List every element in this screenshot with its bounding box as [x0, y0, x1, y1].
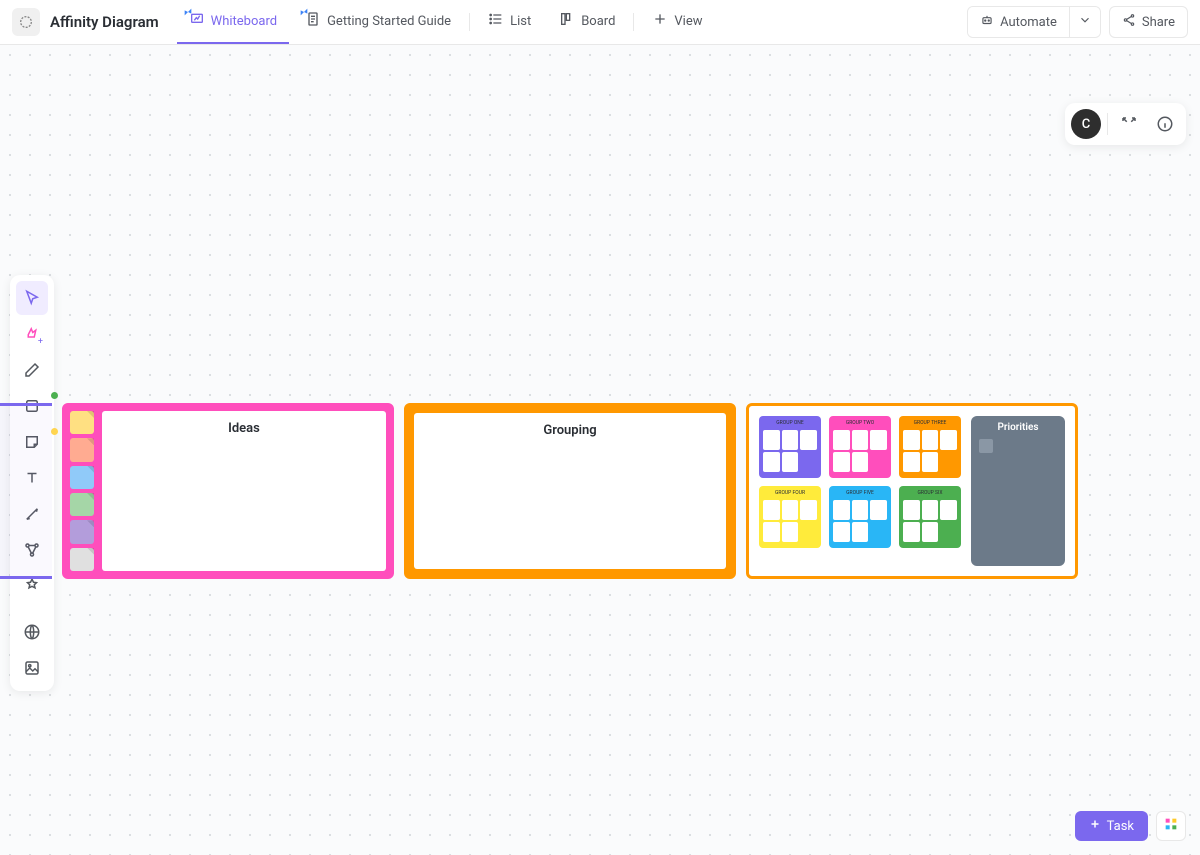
image-tool[interactable]	[16, 651, 48, 685]
group-card-title: GROUP FIVE	[833, 490, 887, 498]
share-icon	[1122, 13, 1136, 31]
ideas-area[interactable]: Ideas	[102, 411, 386, 571]
separator	[469, 13, 470, 31]
automate-button[interactable]: Automate	[968, 7, 1069, 37]
add-view-button[interactable]: View	[640, 0, 714, 44]
list-icon	[488, 11, 504, 31]
sticky-swatch[interactable]	[70, 548, 94, 571]
group-card-title: GROUP TWO	[833, 420, 887, 428]
tab-list-label: List	[510, 14, 531, 29]
add-view-label: View	[674, 14, 702, 29]
sticky-swatch[interactable]	[70, 466, 94, 489]
group-card[interactable]: GROUP ONE	[759, 416, 821, 478]
chevron-down-icon	[1078, 13, 1092, 31]
bottom-right-controls: Task	[1075, 811, 1186, 841]
app-header: Affinity Diagram Whiteboard Getting Star…	[0, 0, 1200, 45]
pen-tool[interactable]	[16, 353, 48, 387]
tab-whiteboard-label: Whiteboard	[211, 14, 277, 29]
group-card[interactable]: GROUP THREE	[899, 416, 961, 478]
group-card-title: GROUP FOUR	[763, 490, 817, 498]
sticky-swatch[interactable]	[70, 520, 94, 543]
header-right: Automate Share	[967, 6, 1188, 38]
share-button[interactable]: Share	[1109, 6, 1188, 38]
page-title: Affinity Diagram	[50, 13, 159, 31]
canvas-controls: C	[1065, 103, 1186, 145]
tab-board[interactable]: Board	[547, 0, 627, 44]
grouping-frame[interactable]: Grouping	[404, 403, 736, 579]
web-tool[interactable]	[16, 615, 48, 649]
grouping-area[interactable]: Grouping	[414, 413, 726, 569]
group-card-title: GROUP THREE	[903, 420, 957, 428]
tab-board-label: Board	[581, 14, 615, 29]
separator	[1107, 113, 1108, 135]
select-tool[interactable]	[16, 281, 48, 315]
whiteboard-canvas[interactable]: + C Ideas Grouping GROUP ONEGROUP TWOGRO…	[0, 45, 1200, 855]
plus-icon	[1089, 818, 1101, 834]
diagram-content: Ideas Grouping GROUP ONE GROUP TWO GROUP T…	[0, 403, 1078, 579]
robot-icon	[980, 13, 994, 31]
create-task-button[interactable]: Task	[1075, 811, 1148, 841]
frame-edge[interactable]	[0, 403, 52, 579]
priorities-panel[interactable]: Priorities	[971, 416, 1065, 566]
sticky-swatch[interactable]	[70, 493, 94, 516]
priorities-label: Priorities	[975, 422, 1061, 433]
group-card[interactable]: GROUP FOUR	[759, 486, 821, 548]
group-cards: GROUP ONE GROUP TWO GROUP THREE GROUP FOUR G…	[759, 416, 961, 566]
task-label: Task	[1107, 819, 1134, 834]
workspace-icon[interactable]	[12, 8, 40, 36]
automate-label: Automate	[1000, 15, 1057, 30]
tab-guide-label: Getting Started Guide	[327, 14, 451, 29]
color-indicator	[51, 392, 58, 399]
tab-list[interactable]: List	[476, 0, 543, 44]
sticky-swatch[interactable]	[70, 438, 94, 461]
summary-frame[interactable]: GROUP ONE GROUP TWO GROUP THREE GROUP FOUR G…	[746, 403, 1078, 579]
apps-icon	[1163, 816, 1179, 836]
board-icon	[559, 11, 575, 31]
group-card[interactable]: GROUP TWO	[829, 416, 891, 478]
document-icon	[305, 11, 321, 31]
ideas-label: Ideas	[228, 421, 260, 571]
grouping-label: Grouping	[543, 423, 596, 569]
apps-button[interactable]	[1156, 811, 1186, 841]
ai-tool[interactable]: +	[16, 317, 48, 351]
priority-item[interactable]	[979, 439, 993, 453]
tab-whiteboard[interactable]: Whiteboard	[177, 0, 289, 44]
share-label: Share	[1142, 15, 1175, 30]
whiteboard-icon	[189, 11, 205, 31]
tab-guide[interactable]: Getting Started Guide	[293, 0, 463, 44]
separator	[633, 13, 634, 31]
plus-icon	[652, 11, 668, 31]
sticky-swatch[interactable]	[70, 411, 94, 434]
ideas-frame[interactable]: Ideas	[62, 403, 394, 579]
fit-button[interactable]	[1114, 109, 1144, 139]
automate-dropdown[interactable]	[1069, 7, 1100, 37]
sticky-palette	[70, 411, 96, 571]
group-card[interactable]: GROUP FIVE	[829, 486, 891, 548]
user-avatar[interactable]: C	[1071, 109, 1101, 139]
group-card-title: GROUP SIX	[903, 490, 957, 498]
color-indicator	[51, 356, 58, 363]
info-button[interactable]	[1150, 109, 1180, 139]
group-card[interactable]: GROUP SIX	[899, 486, 961, 548]
group-card-title: GROUP ONE	[763, 420, 817, 428]
